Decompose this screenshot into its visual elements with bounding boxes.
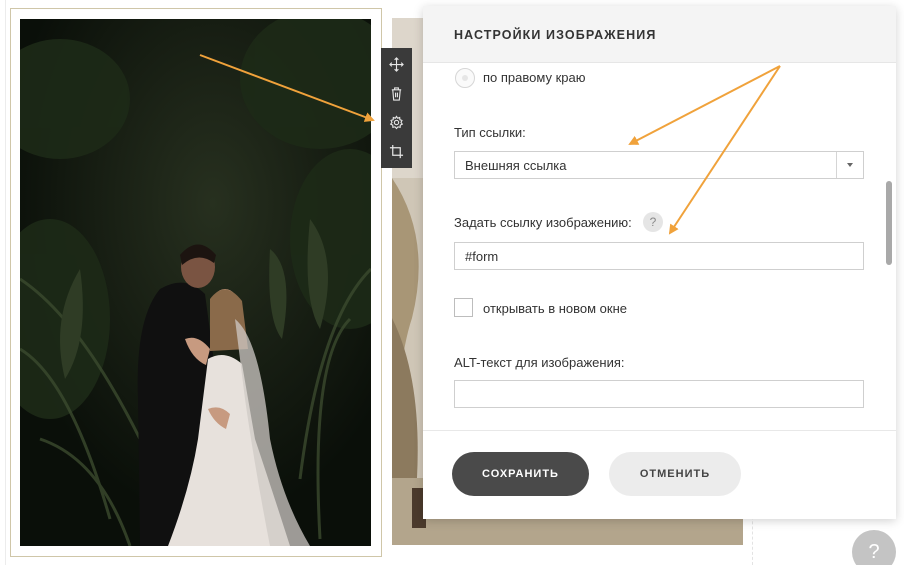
alt-text-label: ALT-текст для изображения:: [454, 355, 625, 370]
crop-button[interactable]: [381, 137, 412, 166]
dialog-title: НАСТРОЙКИ ИЗОБРАЖЕНИЯ: [454, 28, 657, 42]
gear-icon: [389, 115, 404, 130]
help-icon[interactable]: ?: [643, 212, 663, 232]
save-button[interactable]: СОХРАНИТЬ: [452, 452, 589, 496]
cancel-button[interactable]: ОТМЕНИТЬ: [609, 452, 741, 496]
link-type-label: Тип ссылки:: [454, 125, 526, 140]
new-window-checkbox[interactable]: [454, 298, 473, 317]
trash-icon: [391, 87, 402, 101]
chevron-down-icon[interactable]: [836, 152, 863, 178]
align-right-radio[interactable]: [455, 68, 475, 88]
set-link-label: Задать ссылку изображению:: [454, 215, 632, 230]
move-icon: [389, 57, 404, 72]
move-button[interactable]: [381, 50, 412, 79]
editor-canvas: НАСТРОЙКИ ИЗОБРАЖЕНИЯ по правому краю Ти…: [0, 0, 904, 565]
image-settings-dialog: НАСТРОЙКИ ИЗОБРАЖЕНИЯ по правому краю Ти…: [423, 6, 896, 519]
align-right-label: по правому краю: [483, 70, 586, 85]
wedding-photo-image[interactable]: [20, 19, 371, 546]
dialog-scrollbar[interactable]: [886, 181, 892, 265]
help-fab-button[interactable]: ?: [852, 530, 896, 565]
settings-button[interactable]: [381, 108, 412, 137]
link-type-select[interactable]: Внешняя ссылка: [454, 151, 864, 179]
link-type-value: Внешняя ссылка: [465, 158, 567, 173]
dialog-header: НАСТРОЙКИ ИЗОБРАЖЕНИЯ: [423, 6, 896, 63]
image-toolbar: [381, 48, 412, 168]
crop-icon: [389, 144, 404, 159]
new-window-label: открывать в новом окне: [483, 301, 627, 316]
delete-button[interactable]: [381, 79, 412, 108]
alt-text-input[interactable]: [454, 380, 864, 408]
image-link-input[interactable]: #form: [454, 242, 864, 270]
wedding-photo-graphic: [20, 19, 371, 546]
page-guide-line: [5, 0, 6, 565]
